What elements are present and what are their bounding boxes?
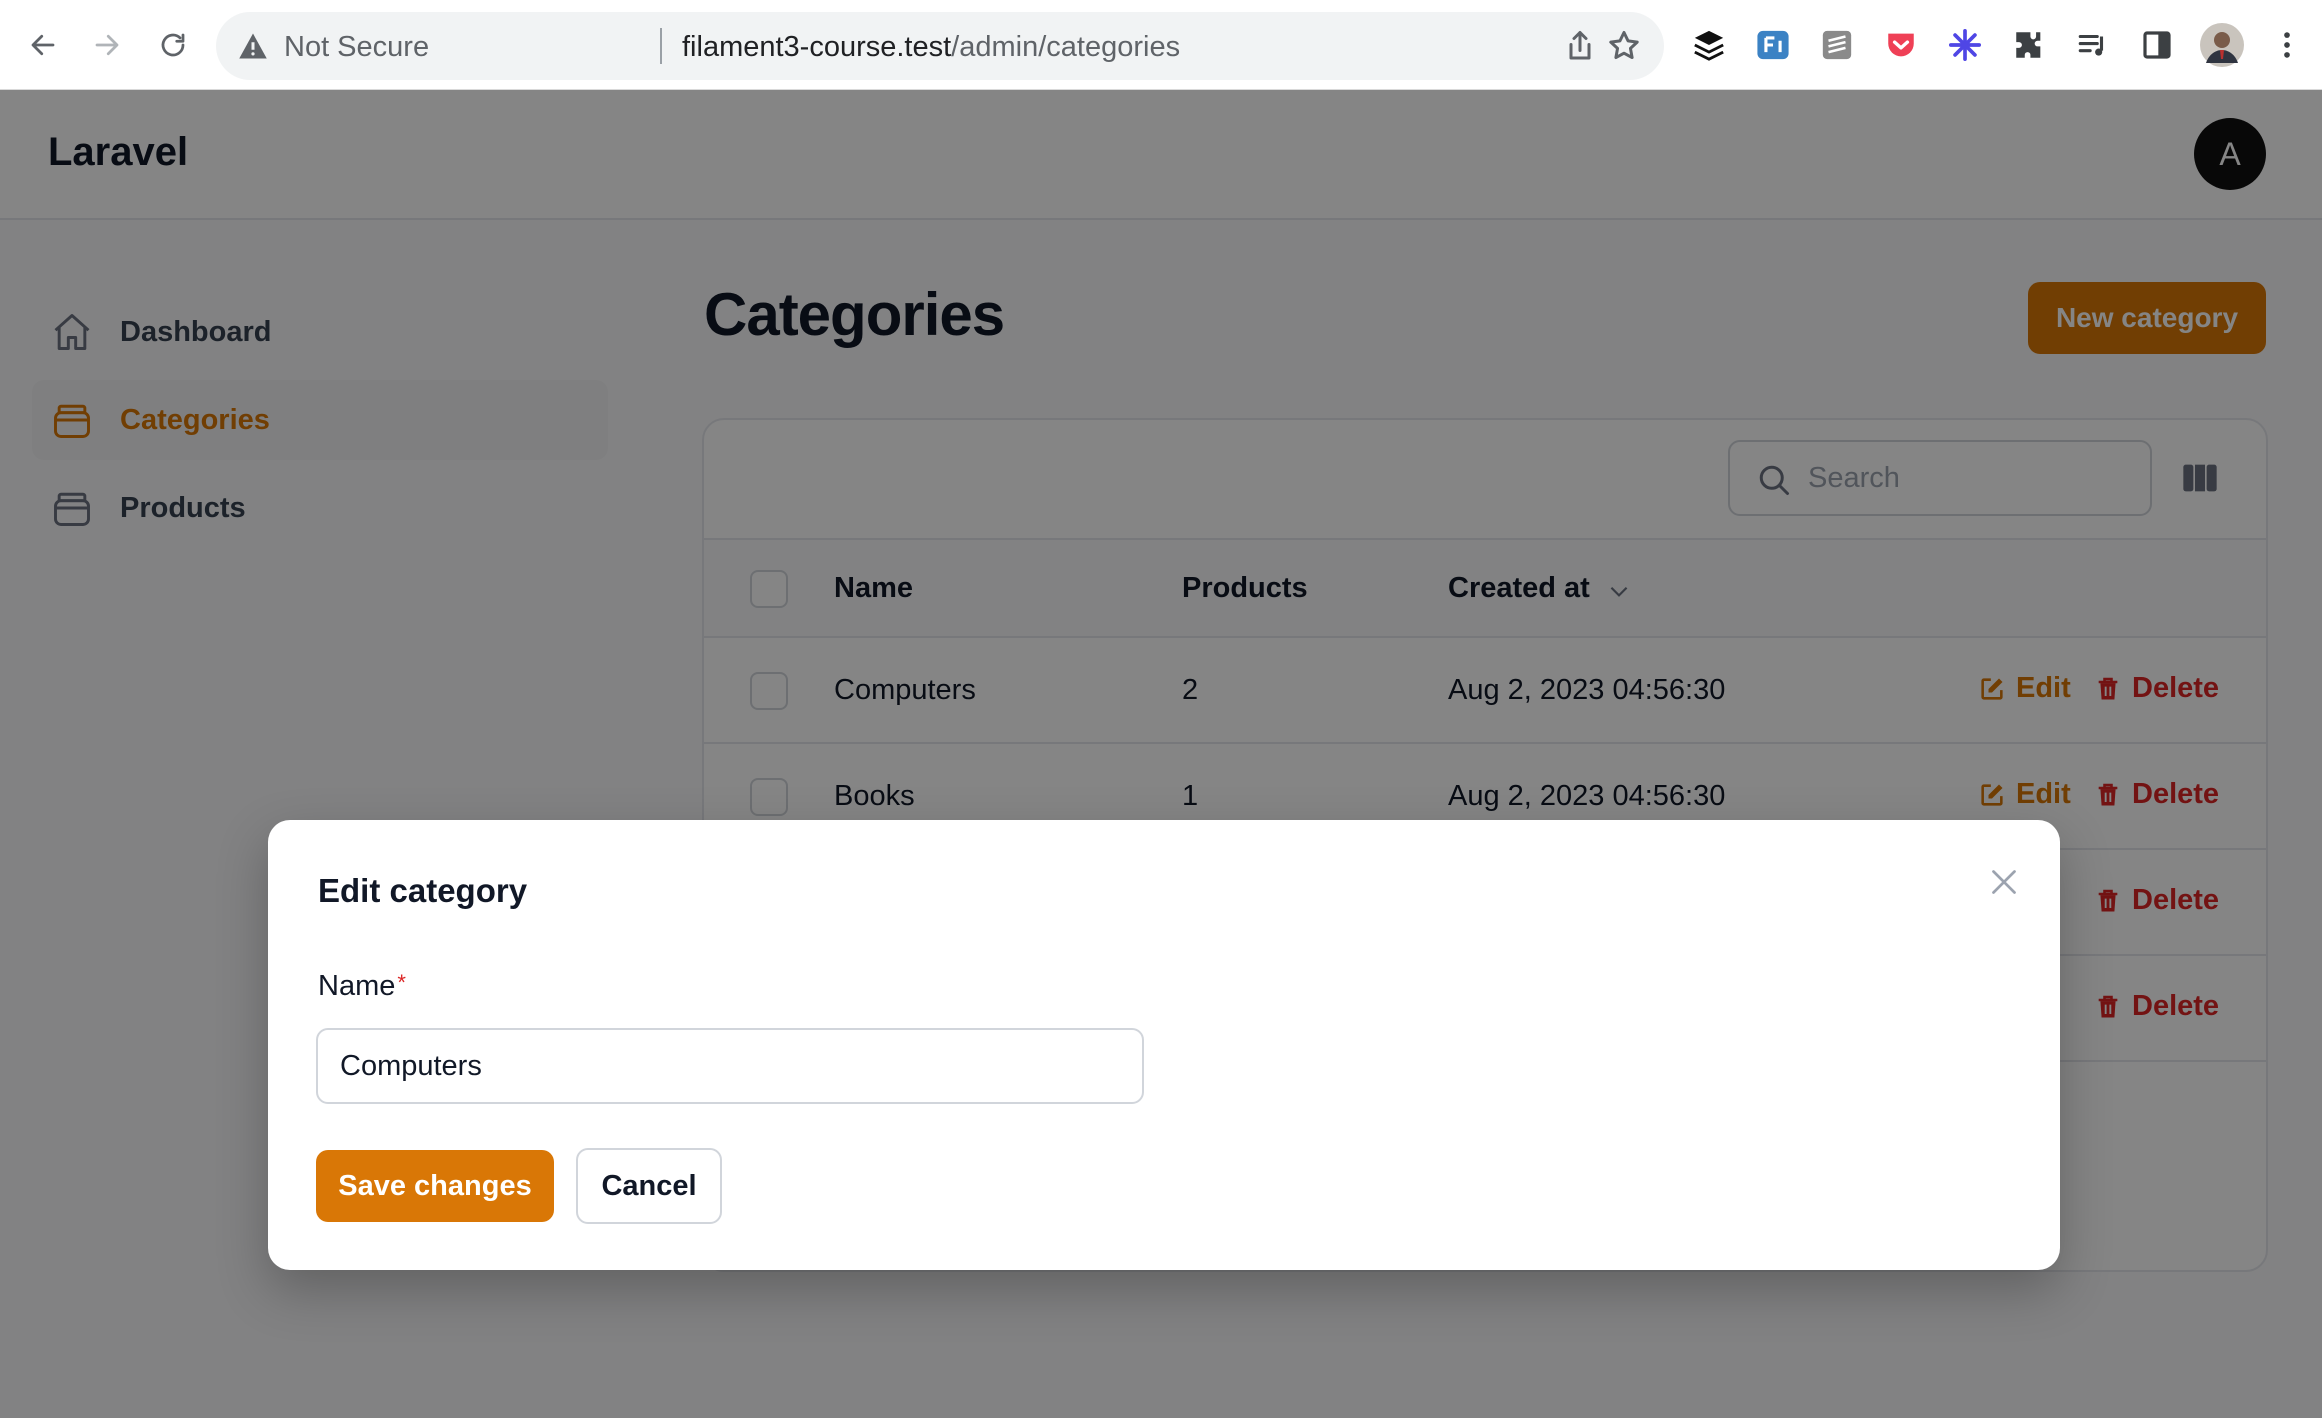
reload-button[interactable] bbox=[150, 22, 196, 68]
url-host: filament3-course.test bbox=[682, 31, 952, 63]
required-marker: * bbox=[397, 970, 406, 995]
warning-icon bbox=[239, 33, 267, 59]
close-button[interactable] bbox=[1980, 858, 2028, 906]
address-bar[interactable]: Not Secure filament3-course.test/admin/c… bbox=[216, 12, 1664, 80]
url-text[interactable]: filament3-course.test/admin/categories bbox=[682, 31, 1180, 64]
name-input[interactable] bbox=[316, 1028, 1144, 1104]
name-field-label: Name* bbox=[318, 970, 406, 1003]
extension-layers-icon[interactable] bbox=[1690, 26, 1728, 64]
arrow-left-icon bbox=[31, 34, 55, 56]
browser-menu-icon[interactable] bbox=[2268, 26, 2306, 64]
extension-notes-icon[interactable] bbox=[1818, 26, 1856, 64]
user-photo-icon bbox=[2200, 23, 2244, 67]
edit-category-modal: Edit category Name* Save changes Cancel bbox=[268, 820, 2060, 1270]
name-label-text: Name bbox=[318, 970, 396, 1002]
extension-fi-icon[interactable] bbox=[1754, 26, 1792, 64]
cancel-button[interactable]: Cancel bbox=[576, 1148, 722, 1224]
back-button[interactable] bbox=[20, 22, 66, 68]
share-icon[interactable] bbox=[1562, 28, 1598, 64]
profile-button[interactable] bbox=[2200, 23, 2244, 67]
arrow-right-icon bbox=[95, 34, 119, 56]
address-separator bbox=[660, 28, 662, 64]
security-label[interactable]: Not Secure bbox=[284, 31, 429, 64]
extension-asterisk-icon[interactable] bbox=[1946, 26, 1984, 64]
url-path: /admin/categories bbox=[951, 31, 1181, 63]
browser-chrome: Not Secure filament3-course.test/admin/c… bbox=[0, 0, 2322, 90]
side-panel-icon[interactable] bbox=[2138, 26, 2176, 64]
star-icon[interactable] bbox=[1606, 28, 1642, 64]
reload-icon bbox=[161, 33, 185, 57]
modal-title: Edit category bbox=[318, 872, 528, 909]
puzzle-icon[interactable] bbox=[2010, 26, 2048, 64]
close-icon bbox=[1992, 870, 2016, 894]
reading-list-icon[interactable] bbox=[2074, 26, 2112, 64]
forward-button[interactable] bbox=[84, 22, 130, 68]
save-changes-button[interactable]: Save changes bbox=[316, 1150, 554, 1222]
pocket-icon[interactable] bbox=[1882, 26, 1920, 64]
